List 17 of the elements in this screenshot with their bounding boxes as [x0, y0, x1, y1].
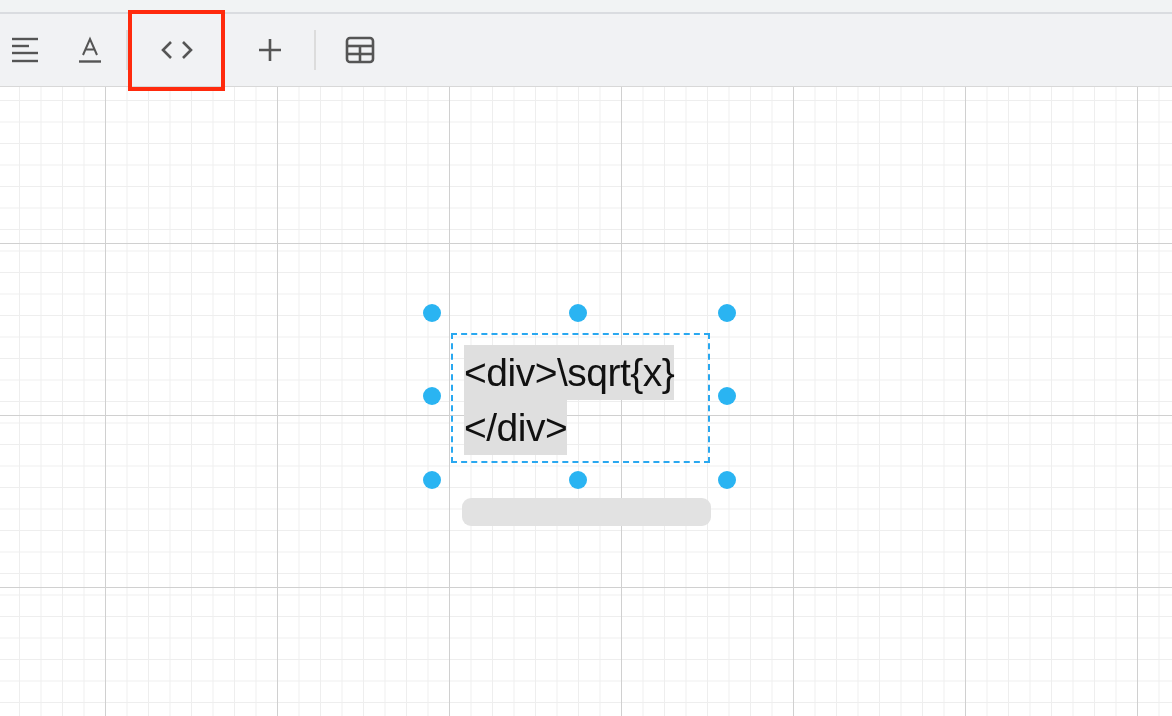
- text-format-icon: [78, 36, 102, 64]
- shape-text: <div>\sqrt{x}: [464, 345, 675, 400]
- resize-handle[interactable]: [423, 304, 441, 322]
- align-left-icon: [11, 37, 39, 63]
- resize-handle[interactable]: [423, 471, 441, 489]
- plus-icon: [258, 38, 282, 62]
- resize-handle[interactable]: [718, 387, 736, 405]
- code-button[interactable]: [128, 9, 225, 91]
- resize-handle[interactable]: [423, 387, 441, 405]
- shape-text: </div>: [464, 400, 568, 455]
- table-icon: [345, 36, 375, 64]
- resize-handle[interactable]: [569, 304, 587, 322]
- resize-handle[interactable]: [718, 471, 736, 489]
- resize-handle[interactable]: [569, 471, 587, 489]
- resize-handle[interactable]: [718, 304, 736, 322]
- code-icon: [160, 40, 193, 60]
- text-shape[interactable]: <div>\sqrt{x} </div>: [451, 333, 710, 463]
